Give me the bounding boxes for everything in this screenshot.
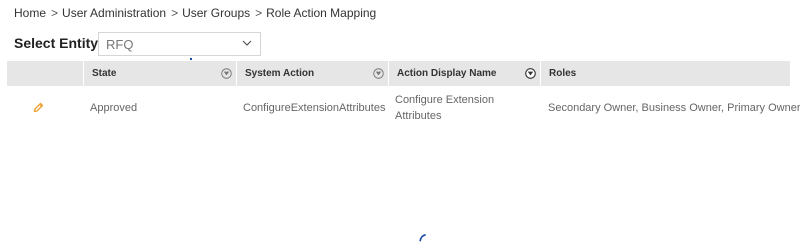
breadcrumb: Home > User Administration > User Groups > Rol… bbox=[14, 6, 376, 20]
filter-icon[interactable] bbox=[221, 68, 232, 79]
cell-action-display-name-line1: Configure Extension bbox=[395, 94, 495, 106]
cell-state: Approved bbox=[90, 102, 138, 114]
header-roles[interactable]: Roles bbox=[540, 61, 790, 86]
cell-action-display-name: Configure Extension Attributes bbox=[395, 92, 494, 124]
header-system-action[interactable]: System Action bbox=[236, 61, 388, 86]
filter-active-icon[interactable] bbox=[525, 68, 536, 79]
cursor-mark bbox=[190, 58, 192, 60]
entity-dropdown-value: RFQ bbox=[106, 37, 134, 52]
breadcrumb-user-groups[interactable]: User Groups bbox=[182, 6, 250, 20]
breadcrumb-separator: > bbox=[255, 6, 263, 20]
pencil-icon[interactable] bbox=[32, 102, 44, 114]
header-state[interactable]: State bbox=[83, 61, 236, 86]
entity-dropdown[interactable]: RFQ bbox=[98, 32, 261, 56]
breadcrumb-separator: > bbox=[171, 6, 179, 20]
breadcrumb-user-administration[interactable]: User Administration bbox=[62, 6, 166, 20]
grid-header: State System Action Action Display Name … bbox=[7, 61, 790, 86]
header-action-display-name-label: Action Display Name bbox=[397, 68, 497, 79]
cell-system-action: ConfigureExtensionAttributes bbox=[243, 102, 386, 114]
header-roles-label: Roles bbox=[549, 68, 577, 79]
chevron-down-icon bbox=[242, 40, 252, 46]
header-action-display-name[interactable]: Action Display Name bbox=[388, 61, 540, 86]
breadcrumb-separator: > bbox=[51, 6, 59, 20]
select-entity-label: Select Entity bbox=[14, 35, 99, 51]
breadcrumb-home[interactable]: Home bbox=[14, 6, 46, 20]
header-state-label: State bbox=[92, 68, 117, 79]
breadcrumb-role-action-mapping: Role Action Mapping bbox=[266, 6, 377, 20]
filter-icon[interactable] bbox=[373, 68, 384, 79]
table-row: Approved ConfigureExtensionAttributes Co… bbox=[7, 86, 800, 130]
cell-roles: Secondary Owner, Business Owner, Primary… bbox=[548, 102, 800, 114]
cell-action-display-name-line2: Attributes bbox=[395, 110, 442, 122]
header-edit-column bbox=[7, 61, 83, 86]
header-system-action-label: System Action bbox=[245, 68, 315, 79]
